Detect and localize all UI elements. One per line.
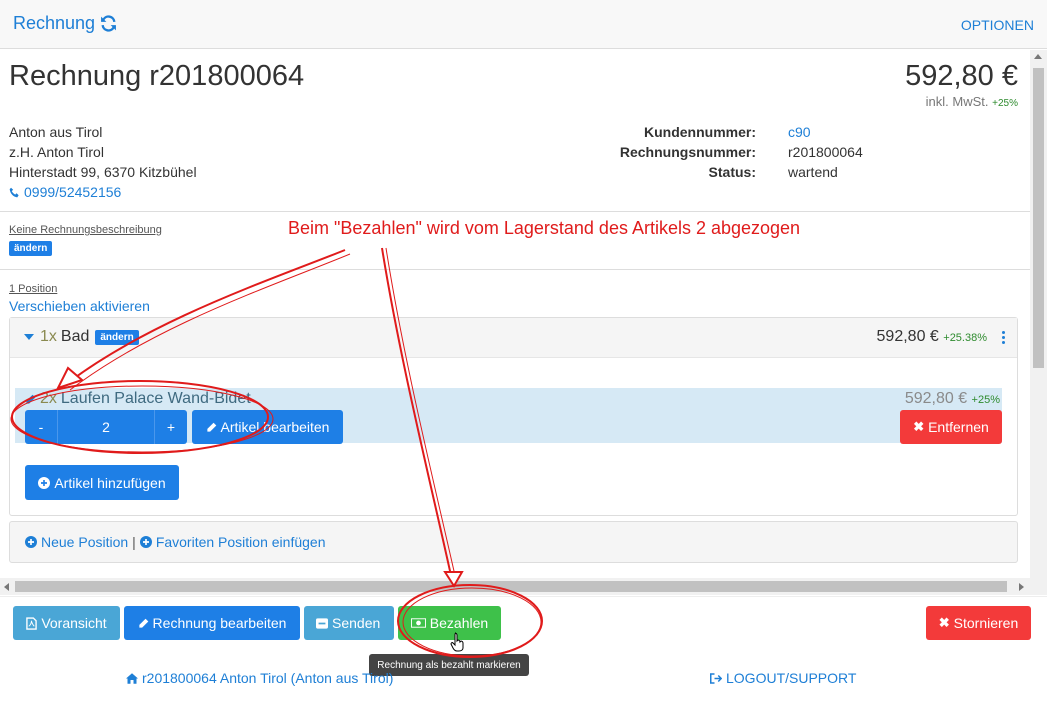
pencil-icon (26, 394, 36, 404)
footer-invoice-label: r201800064 Anton Tirol (Anton aus Tirol) (142, 670, 394, 686)
edit-article-button[interactable]: Artikel bearbeiten (192, 410, 343, 444)
invoice-number-label: Rechnungsnummer: (619, 144, 756, 160)
caret-down-icon[interactable] (24, 334, 34, 340)
position-qty: 1x (40, 328, 57, 345)
sign-out-icon (710, 672, 722, 684)
article-qty: 2x (40, 390, 57, 407)
header-title: Rechnung (13, 13, 96, 33)
scroll-left-arrow[interactable] (4, 583, 9, 591)
phone-icon (9, 187, 19, 197)
description-edit-button[interactable]: ändern (9, 241, 53, 256)
position-name: Bad (60, 328, 90, 345)
vertical-scrollbar[interactable] (1030, 50, 1047, 595)
position-margin: +25.38% (943, 332, 987, 344)
kebab-menu-icon[interactable] (1002, 331, 1005, 344)
status-label: Status: (708, 164, 756, 180)
new-position-link[interactable]: Neue Position (41, 534, 128, 550)
vat-rate: +25% (992, 98, 1018, 109)
scroll-up-arrow[interactable] (1034, 54, 1042, 59)
article-title[interactable]: 2x Laufen Palace Wand-Bidet (25, 390, 251, 408)
favorite-position-link[interactable]: Favoriten Position einfügen (156, 534, 326, 550)
edit-invoice-label: Rechnung bearbeiten (152, 615, 287, 631)
hand-cursor-icon (450, 632, 464, 652)
plus-circle-icon (139, 536, 152, 548)
edit-article-label: Artikel bearbeiten (220, 419, 330, 435)
position-panel-header: 1x Bad ändern 592,80 € +25.38% (10, 318, 1017, 358)
quantity-input[interactable]: 2 (57, 410, 155, 444)
position-count: 1 Position (9, 283, 58, 295)
home-icon (126, 672, 138, 684)
reorder-link[interactable]: Verschieben aktivieren (9, 298, 150, 314)
footer-invoice-link[interactable]: r201800064 Anton Tirol (Anton aus Tirol) (126, 670, 393, 686)
customer-phone: 0999/52452156 (24, 184, 122, 200)
link-separator: | (132, 534, 136, 550)
invoice-total: 592,80 € (905, 60, 1018, 92)
article-name: Laufen Palace Wand-Bidet (60, 390, 251, 407)
add-article-button[interactable]: Artikel hinzufügen (25, 465, 179, 500)
annotation-text: Beim "Bezahlen" wird vom Lagerstand des … (288, 218, 801, 238)
send-icon (316, 617, 328, 629)
edit-invoice-button[interactable]: Rechnung bearbeiten (124, 606, 300, 640)
add-article-label: Artikel hinzufügen (54, 474, 166, 491)
position-edit-button[interactable]: ändern (95, 329, 139, 345)
quantity-plus-button[interactable]: + (155, 410, 187, 444)
invoice-title: Rechnung r201800064 (9, 60, 305, 92)
position-price: 592,80 € (876, 328, 939, 345)
cancel-invoice-label: Stornieren (953, 615, 1019, 631)
position-header-left[interactable]: 1x Bad ändern (24, 328, 139, 346)
close-icon: ✖ (938, 615, 950, 630)
preview-label: Voransicht (41, 615, 107, 631)
status-value: wartend (788, 164, 838, 180)
plus-circle-icon (25, 536, 37, 548)
pay-label: Bezahlen (429, 615, 489, 631)
money-icon (410, 618, 426, 628)
position-price-block: 592,80 € +25.38% (877, 328, 987, 346)
customer-number-label: Kundennummer: (644, 124, 756, 140)
customer-block: Anton aus Tirol z.H. Anton Tirol Hinters… (9, 122, 197, 202)
horizontal-scrollbar-thumb[interactable] (15, 581, 1007, 592)
pdf-file-icon (26, 616, 38, 630)
plus-circle-icon (38, 476, 51, 489)
invoice-meta: Kundennummer: c90 Rechnungsnummer: r201800… (560, 122, 960, 182)
article-price-block: 592,80 € +25% (905, 390, 1000, 408)
position-panel: 1x Bad ändern 592,80 € +25.38% 2x Laufen… (9, 317, 1018, 516)
top-header: Rechnung OPTIONEN (0, 0, 1047, 49)
pencil-icon (138, 618, 148, 628)
send-button[interactable]: Senden (304, 606, 394, 640)
article-price: 592,80 € (904, 390, 968, 407)
customer-contact: z.H. Anton Tirol (9, 144, 104, 160)
cancel-invoice-button[interactable]: ✖ Stornieren (926, 606, 1031, 640)
vertical-scrollbar-thumb[interactable] (1033, 68, 1044, 368)
article-vat: +25% (971, 394, 1000, 406)
customer-phone-link[interactable]: 0999/52452156 (9, 182, 197, 202)
pencil-icon (206, 422, 216, 432)
close-icon: ✖ (913, 419, 925, 434)
remove-article-button[interactable]: ✖ Entfernen (900, 410, 1002, 444)
invoice-number: r201800064 (788, 144, 863, 160)
quantity-minus-button[interactable]: - (25, 410, 57, 444)
header-title-link[interactable]: Rechnung (13, 13, 117, 34)
divider (0, 269, 1030, 270)
options-link[interactable]: OPTIONEN (961, 17, 1034, 33)
logout-label: LOGOUT/SUPPORT (726, 670, 857, 686)
vat-label: inkl. MwSt. (925, 94, 989, 109)
customer-name: Anton aus Tirol (9, 124, 103, 140)
preview-button[interactable]: Voransicht (13, 606, 120, 640)
divider (0, 211, 1030, 212)
refresh-icon[interactable] (100, 15, 117, 32)
remove-article-label: Entfernen (928, 419, 989, 435)
new-position-panel: Neue Position | Favoriten Position einfü… (9, 521, 1018, 563)
description-text: Keine Rechnungsbeschreibung (9, 224, 162, 236)
horizontal-scrollbar[interactable] (0, 578, 1030, 595)
send-label: Senden (332, 615, 381, 631)
customer-number-link[interactable]: c90 (788, 122, 811, 142)
vat-info: inkl. MwSt. +25% (926, 94, 1018, 109)
customer-address: Hinterstadt 99, 6370 Kitzbühel (9, 164, 197, 180)
new-position-links: Neue Position | Favoriten Position einfü… (25, 534, 325, 550)
logout-link[interactable]: LOGOUT/SUPPORT (710, 670, 856, 686)
scroll-right-arrow[interactable] (1019, 583, 1024, 591)
